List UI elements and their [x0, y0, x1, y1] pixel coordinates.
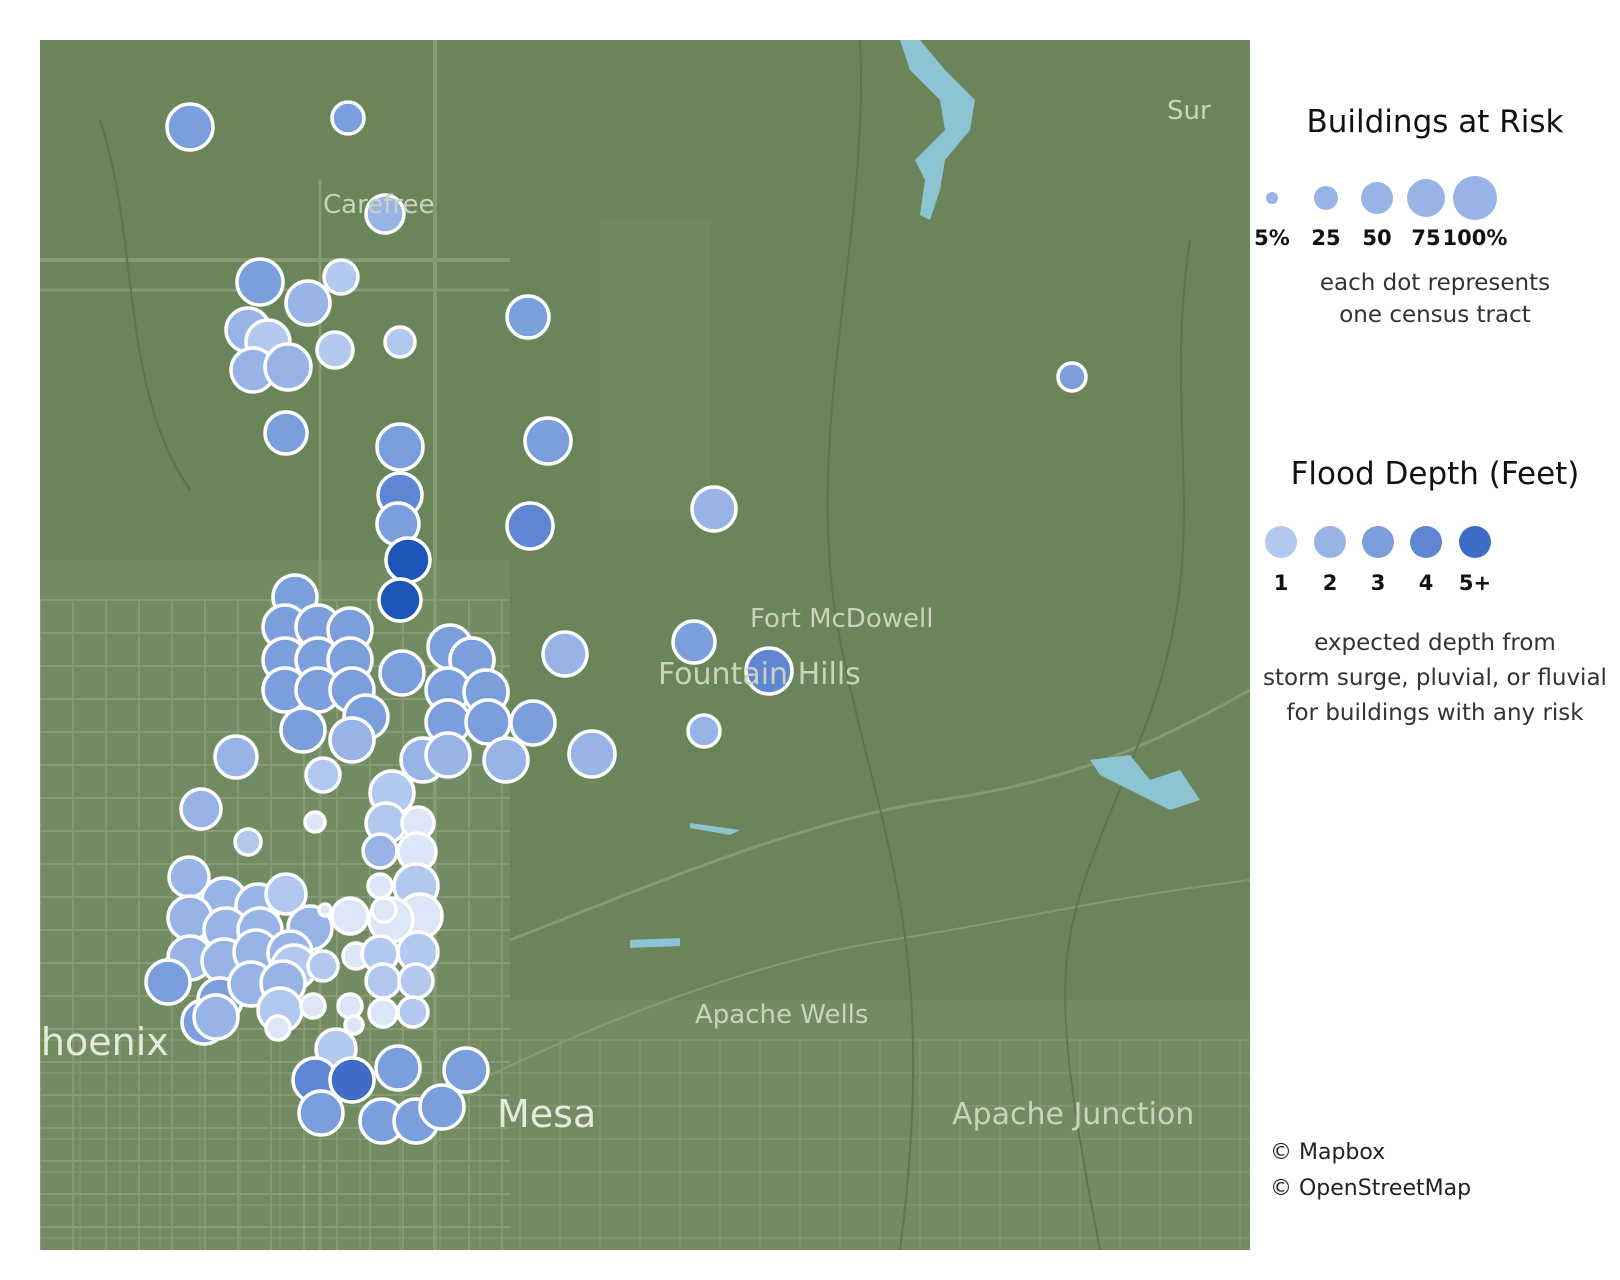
- tract-dot[interactable]: [330, 100, 366, 136]
- tract-dot[interactable]: [482, 736, 530, 784]
- tract-dot[interactable]: [396, 995, 430, 1029]
- place-label-sun: Sur: [1167, 96, 1211, 126]
- tract-dot[interactable]: [418, 1083, 466, 1131]
- tract-dot[interactable]: [213, 734, 259, 780]
- color-legend-title: Flood Depth (Feet): [1290, 456, 1580, 492]
- tract-dot[interactable]: [263, 410, 309, 456]
- tract-dot[interactable]: [364, 962, 402, 1000]
- tract-dot[interactable]: [370, 896, 398, 924]
- color-legend-row: 1 2 3 4 5+: [1250, 525, 1620, 605]
- place-label-fort-mcdowell: Fort McDowell: [750, 604, 934, 634]
- tract-dot[interactable]: [322, 258, 360, 296]
- tract-dot[interactable]: [374, 1044, 422, 1092]
- color-legend-note-line1: expected depth from: [1314, 630, 1556, 656]
- place-label-mesa: Mesa: [497, 1092, 597, 1136]
- tract-dot[interactable]: [367, 997, 399, 1029]
- place-label-apache-wells: Apache Wells: [695, 1000, 869, 1030]
- tract-dot[interactable]: [165, 102, 215, 152]
- tract-dot[interactable]: [279, 706, 327, 754]
- tract-dot[interactable]: [541, 630, 589, 678]
- tract-dot[interactable]: [375, 422, 425, 472]
- tract-dot[interactable]: [384, 536, 432, 584]
- place-label-apache-junction: Apache Junction: [952, 1097, 1195, 1132]
- size-legend-dot: [1361, 182, 1393, 214]
- attribution-mapbox[interactable]: © Mapbox: [1270, 1140, 1385, 1165]
- tract-dot[interactable]: [315, 330, 355, 370]
- tract-dot[interactable]: [328, 716, 376, 764]
- tract-dot[interactable]: [361, 832, 399, 870]
- tract-dot[interactable]: [179, 787, 223, 831]
- tract-dot[interactable]: [397, 962, 435, 1000]
- size-legend-note-line1: each dot represents: [1319, 270, 1551, 296]
- tract-dot[interactable]: [690, 485, 738, 533]
- place-label-fountain-hills: Fountain Hills: [658, 657, 861, 692]
- tract-dot[interactable]: [284, 279, 332, 327]
- map-canvas[interactable]: Carefree Fort McDowell Fountain Hills Ap…: [40, 40, 1250, 1250]
- tract-dot[interactable]: [505, 294, 551, 340]
- size-legend-row: 5% 25 50 75 100%: [1250, 170, 1620, 260]
- tract-dot[interactable]: [303, 810, 327, 834]
- size-legend-dot: [1266, 192, 1278, 204]
- color-legend-dot: [1362, 526, 1394, 558]
- tract-dot[interactable]: [336, 992, 364, 1020]
- tract-dot[interactable]: [366, 872, 394, 900]
- tract-dot[interactable]: [304, 756, 342, 794]
- tract-dot[interactable]: [144, 958, 192, 1006]
- size-legend-note-line2: one census tract: [1339, 302, 1531, 328]
- size-legend-dot: [1314, 186, 1338, 210]
- tract-dot[interactable]: [686, 713, 722, 749]
- tract-dot[interactable]: [264, 1014, 292, 1042]
- color-legend-label: 5+: [1458, 571, 1492, 595]
- tract-dot[interactable]: [330, 896, 370, 936]
- size-legend-label: 100%: [1442, 226, 1508, 250]
- tract-dot[interactable]: [378, 649, 426, 697]
- size-legend-dot: [1453, 176, 1497, 220]
- tract-dot[interactable]: [297, 1089, 345, 1137]
- tract-dot[interactable]: [505, 501, 555, 551]
- legend: Buildings at Risk 5% 25 50 75 100% each dot …: [1250, 0, 1620, 1280]
- tract-dot[interactable]: [299, 992, 327, 1020]
- tract-dots-layer: [144, 100, 1088, 1145]
- attribution-openstreetmap[interactable]: © OpenStreetMap: [1270, 1176, 1471, 1201]
- tract-dot[interactable]: [192, 993, 240, 1041]
- color-legend-note-line3: for buildings with any risk: [1286, 700, 1584, 726]
- tract-dot[interactable]: [383, 325, 417, 359]
- tract-dot[interactable]: [424, 731, 472, 779]
- color-legend-dot: [1314, 526, 1346, 558]
- tract-dot[interactable]: [263, 342, 313, 392]
- tract-dot[interactable]: [317, 902, 333, 918]
- tract-dot[interactable]: [377, 577, 423, 623]
- tract-dot[interactable]: [235, 257, 285, 307]
- size-legend-title: Buildings at Risk: [1306, 104, 1564, 140]
- tract-dot[interactable]: [509, 699, 557, 747]
- tract-dot[interactable]: [1056, 361, 1088, 393]
- tract-dot[interactable]: [233, 827, 263, 857]
- size-legend-dot: [1407, 179, 1445, 217]
- tract-dot[interactable]: [523, 416, 573, 466]
- tract-dot[interactable]: [567, 729, 617, 779]
- color-legend-dot: [1410, 526, 1442, 558]
- place-label-carefree: Carefree: [323, 190, 435, 220]
- color-legend-dot: [1459, 526, 1491, 558]
- color-legend-dot: [1265, 526, 1297, 558]
- place-label-phoenix: Phoenix: [40, 1020, 169, 1064]
- tract-dot[interactable]: [306, 949, 340, 983]
- color-legend-note-line2: storm surge, pluvial, or fluvial: [1263, 665, 1607, 691]
